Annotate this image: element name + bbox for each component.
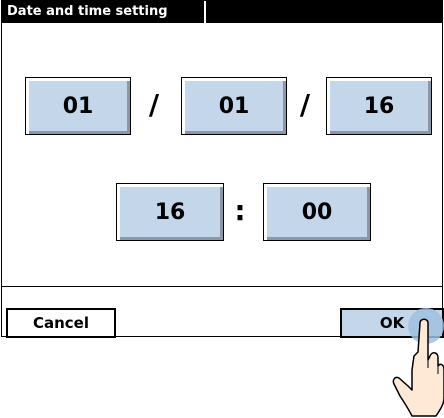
date-month-value: 01	[62, 94, 94, 119]
date-month-field[interactable]: 01	[25, 77, 131, 135]
title-bar: Date and time setting	[2, 1, 442, 23]
title-bar-divider	[204, 1, 206, 23]
footer-divider	[2, 286, 442, 287]
time-hour-value: 16	[154, 200, 186, 225]
date-separator-2: /	[299, 88, 311, 121]
date-day-field[interactable]: 01	[181, 77, 287, 135]
time-separator: :	[234, 194, 246, 227]
date-year-field[interactable]: 16	[326, 77, 432, 135]
date-separator-1: /	[148, 88, 160, 121]
date-year-value: 16	[363, 94, 395, 119]
hand-pointer-icon	[392, 308, 444, 417]
time-minute-value: 00	[301, 200, 333, 225]
time-hour-field[interactable]: 16	[116, 183, 224, 241]
date-day-value: 01	[218, 94, 250, 119]
time-minute-field[interactable]: 00	[263, 183, 371, 241]
dialog-screen: Date and time setting 01 / 01 / 16 16 : …	[1, 0, 444, 338]
cancel-button[interactable]: Cancel	[6, 308, 116, 338]
dialog-title: Date and time setting	[7, 4, 168, 19]
